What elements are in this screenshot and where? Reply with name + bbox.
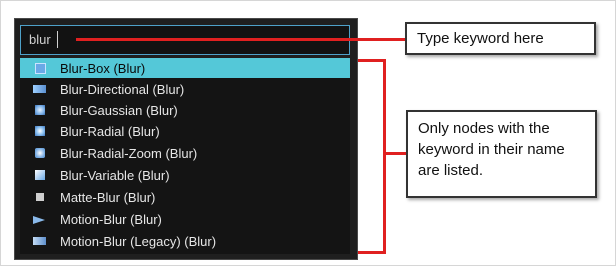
motion-blur-legacy-icon xyxy=(32,234,48,248)
list-callout-text: Only nodes with the keyword in their nam… xyxy=(418,120,565,179)
bracket-bottom-line xyxy=(358,251,386,254)
list-item-label: Motion-Blur (Legacy) (Blur) xyxy=(60,233,217,249)
blur-radial-icon xyxy=(32,124,48,138)
blur-directional-icon xyxy=(32,82,48,96)
list-item-label: Blur-Directional (Blur) xyxy=(60,81,185,97)
bracket-vertical-line xyxy=(383,59,386,254)
blur-variable-icon xyxy=(32,168,48,182)
search-results-list: Blur-Box (Blur) Blur-Directional (Blur) … xyxy=(20,58,350,254)
blur-radial-zoom-icon xyxy=(32,146,48,160)
list-item[interactable]: Blur-Gaussian (Blur) xyxy=(20,100,350,120)
list-item-label: Blur-Radial (Blur) xyxy=(60,123,160,139)
motion-blur-icon xyxy=(32,212,48,226)
search-input-value: blur xyxy=(29,32,51,47)
list-item-label: Blur-Gaussian (Blur) xyxy=(60,102,178,118)
list-item[interactable]: Blur-Directional (Blur) xyxy=(20,79,350,99)
list-item[interactable]: Blur-Variable (Blur) xyxy=(20,165,350,185)
list-item-label: Blur-Box (Blur) xyxy=(60,60,146,76)
matte-blur-icon xyxy=(32,190,48,204)
list-item[interactable]: Blur-Radial-Zoom (Blur) xyxy=(20,143,350,163)
list-item[interactable]: Motion-Blur (Legacy) (Blur) xyxy=(20,231,350,251)
list-item-label: Matte-Blur (Blur) xyxy=(60,189,156,205)
list-item-label: Blur-Radial-Zoom (Blur) xyxy=(60,145,198,161)
search-callout: Type keyword here xyxy=(405,22,596,55)
list-callout-line xyxy=(386,152,406,155)
list-callout: Only nodes with the keyword in their nam… xyxy=(406,110,597,198)
list-item-label: Blur-Variable (Blur) xyxy=(60,167,170,183)
list-item-label: Motion-Blur (Blur) xyxy=(60,211,162,227)
bracket-top-line xyxy=(358,59,386,62)
blur-gaussian-icon xyxy=(32,103,48,117)
text-caret xyxy=(57,31,58,48)
list-item[interactable]: Matte-Blur (Blur) xyxy=(20,187,350,207)
search-callout-text: Type keyword here xyxy=(417,30,544,47)
blur-box-icon xyxy=(32,61,48,75)
search-callout-line xyxy=(76,38,405,41)
list-item[interactable]: Blur-Radial (Blur) xyxy=(20,121,350,141)
list-item[interactable]: Motion-Blur (Blur) xyxy=(20,209,350,229)
list-item[interactable]: Blur-Box (Blur) xyxy=(20,58,350,78)
